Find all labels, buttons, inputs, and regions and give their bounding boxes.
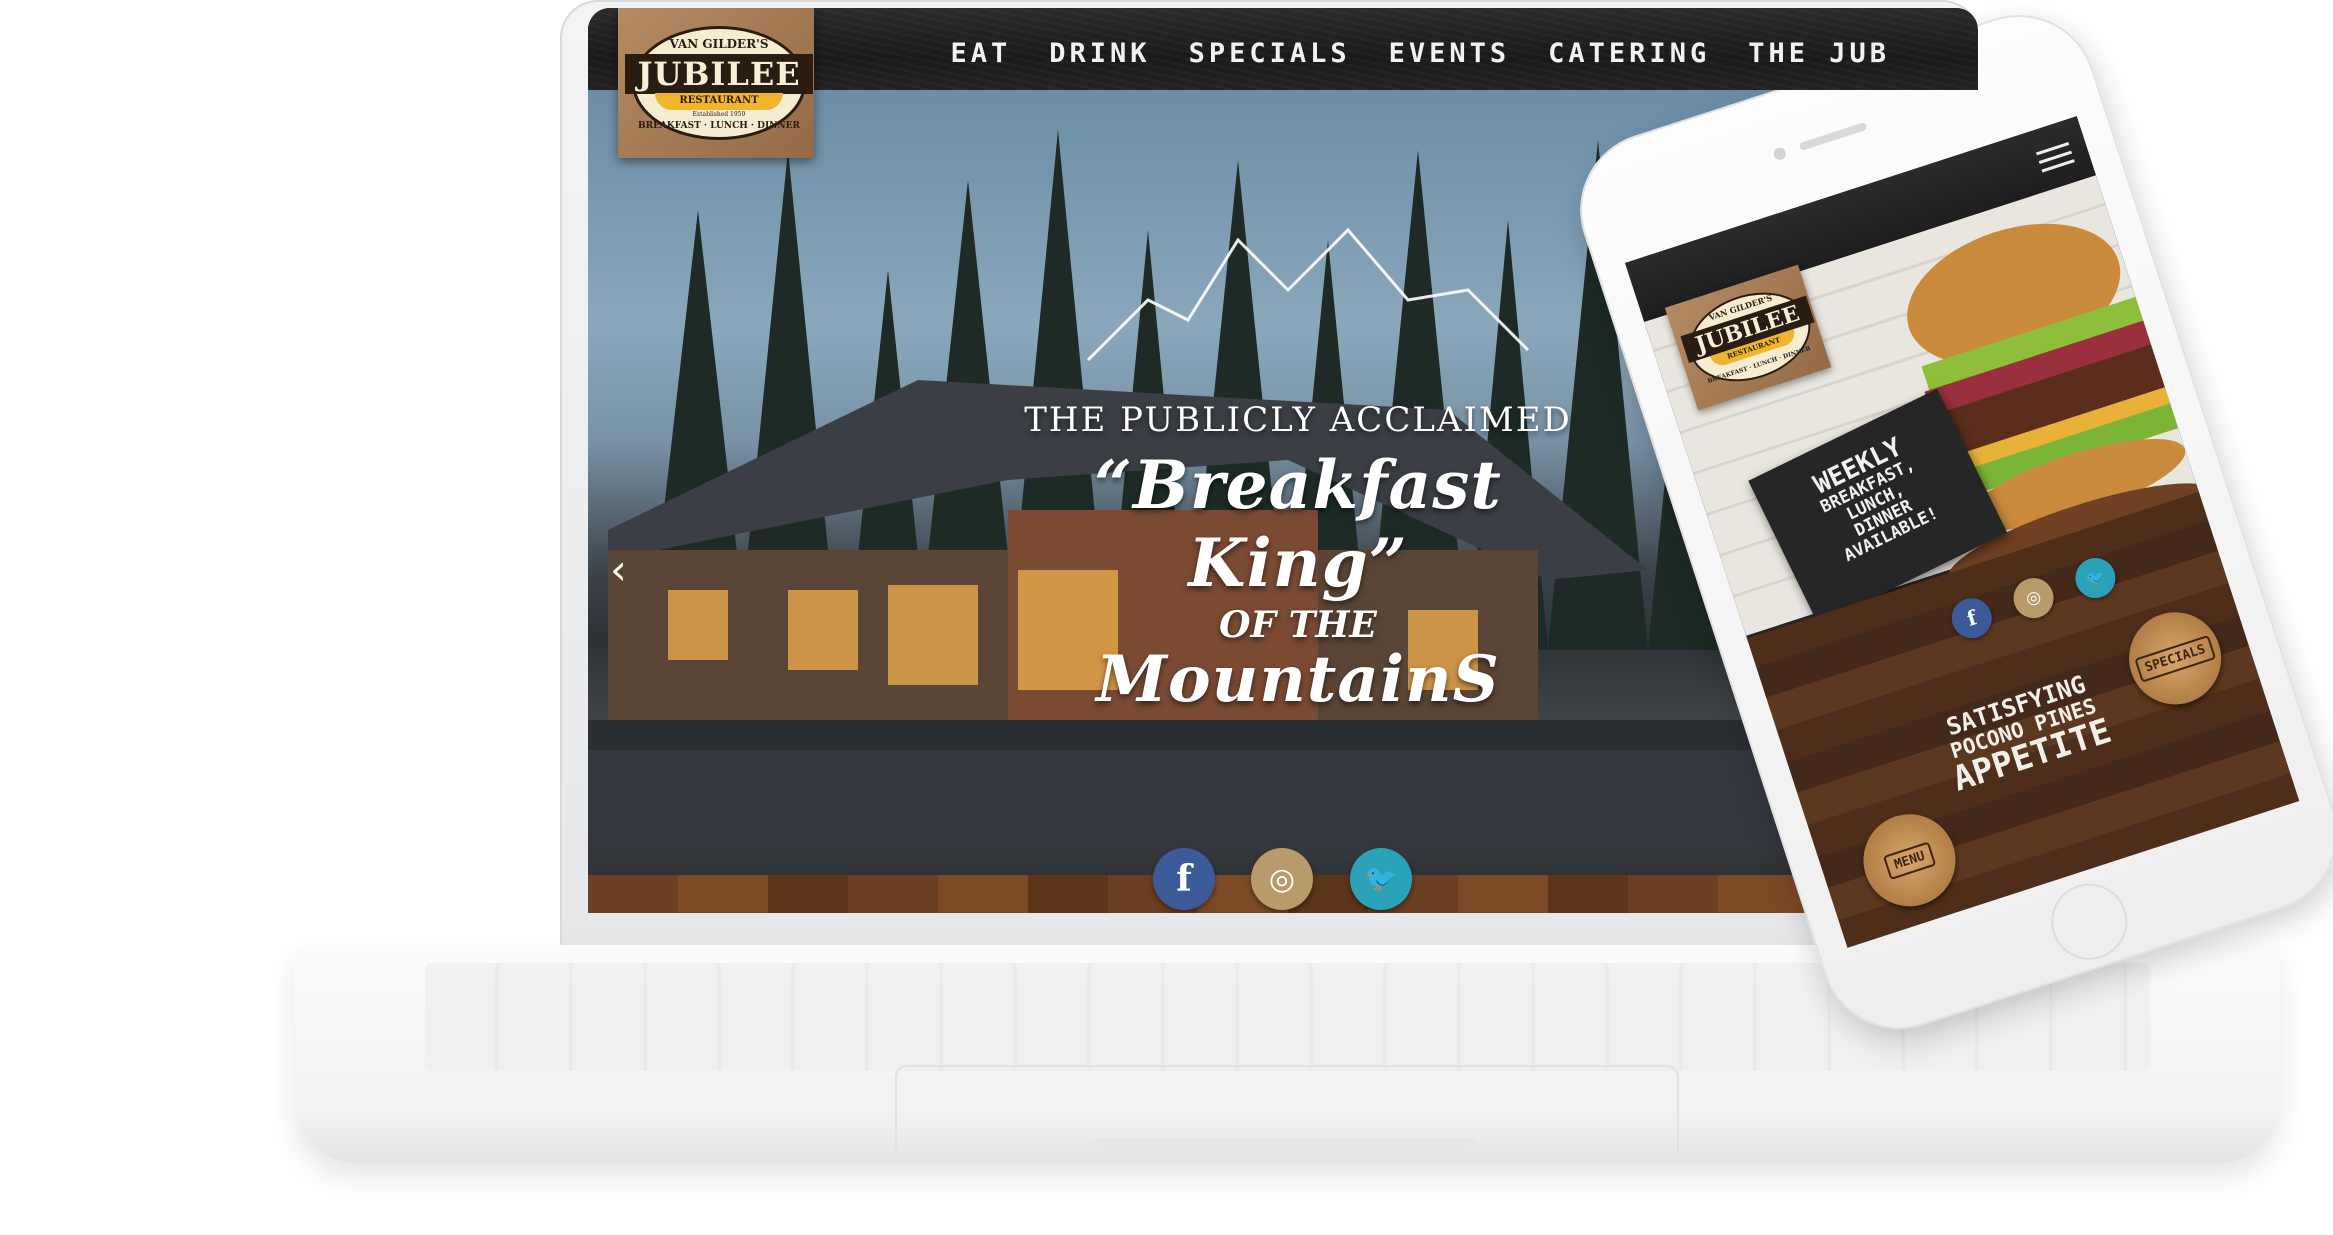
main-nav: EAT DRINK SPECIALS EVENTS CATERING THE J… bbox=[951, 38, 1891, 69]
phone-home-button[interactable] bbox=[2041, 873, 2138, 970]
twitter-icon[interactable]: 🐦 bbox=[1350, 848, 1412, 910]
laptop-notch bbox=[1095, 1138, 1475, 1152]
phone-speaker bbox=[1798, 121, 1868, 152]
nav-drink[interactable]: DRINK bbox=[1049, 38, 1150, 69]
facebook-icon[interactable]: f bbox=[1153, 848, 1215, 910]
nav-the-jub[interactable]: THE JUB bbox=[1748, 38, 1890, 69]
instagram-icon[interactable]: ◎ bbox=[1251, 848, 1313, 910]
hero-line-breakfast-king: “Breakfast King” bbox=[1094, 446, 1502, 602]
hero-headline: THE PUBLICLY ACCLAIMED “Breakfast King” … bbox=[1018, 400, 1578, 717]
logo-established-text: Established 1959 bbox=[692, 111, 746, 118]
hero-line-publicly-acclaimed: THE PUBLICLY ACCLAIMED bbox=[1024, 400, 1572, 440]
logo-bottom-text: BREAKFAST · LUNCH · DINNER bbox=[638, 121, 800, 131]
hero-line-mountains: MountainS bbox=[1096, 642, 1500, 717]
logo-sub-text: RESTAURANT bbox=[655, 93, 783, 110]
hamburger-menu-icon[interactable] bbox=[2034, 136, 2075, 173]
carousel-prev-arrow-icon[interactable]: ‹ bbox=[610, 545, 627, 594]
logo-main-text: JUBILEE bbox=[625, 54, 813, 94]
nav-specials[interactable]: SPECIALS bbox=[1189, 38, 1351, 69]
nav-eat[interactable]: EAT bbox=[951, 38, 1012, 69]
site-logo[interactable]: VAN GILDER'S JUBILEE RESTAURANT Establis… bbox=[618, 8, 814, 158]
nav-events[interactable]: EVENTS bbox=[1389, 38, 1511, 69]
hero-line-of-the: OF THE bbox=[1219, 604, 1377, 646]
nav-catering[interactable]: CATERING bbox=[1548, 38, 1710, 69]
phone-camera bbox=[1772, 146, 1788, 162]
logo-top-text: VAN GILDER'S bbox=[669, 37, 769, 51]
logo-badge: VAN GILDER'S JUBILEE RESTAURANT Establis… bbox=[625, 26, 813, 140]
